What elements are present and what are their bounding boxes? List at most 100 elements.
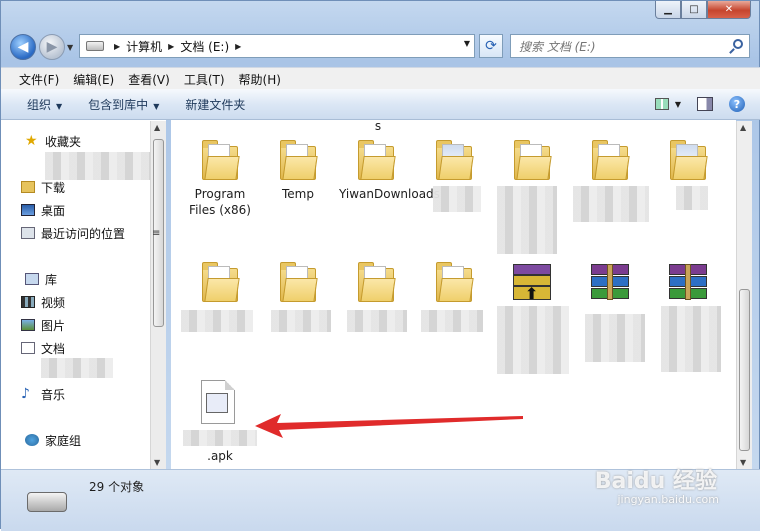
menu-view[interactable]: 查看(V) — [128, 71, 170, 88]
navigation-pane: ★ 收藏夹 下载 桌面 最近访问的位置 库 视频 图片 文档 ♪ 音乐 家庭组 — [1, 120, 166, 469]
apk-file-icon[interactable] — [201, 380, 235, 424]
download-folder-icon — [21, 181, 35, 193]
folder-icon — [280, 138, 318, 180]
folder-item[interactable] — [495, 138, 569, 186]
sidebar-videos-label: 视频 — [41, 295, 66, 310]
sidebar-item-homegroup[interactable]: 家庭组 — [25, 431, 82, 449]
folder-item[interactable] — [651, 138, 725, 186]
blurred-label — [661, 306, 721, 372]
folder-item[interactable] — [261, 260, 335, 308]
sidebar-item-desktop[interactable]: 桌面 — [21, 201, 65, 219]
search-box[interactable] — [510, 34, 750, 58]
folder-item[interactable] — [417, 138, 491, 186]
folder-yiwandownloads[interactable]: YiwanDownloads — [339, 138, 440, 202]
recent-places-icon — [21, 227, 35, 239]
scroll-up-icon[interactable]: ▲ — [154, 123, 160, 132]
sidebar-homegroup-label: 家庭组 — [45, 433, 82, 448]
drive-icon — [86, 41, 104, 51]
address-history-dropdown[interactable]: ▼ — [464, 39, 470, 48]
folder-item[interactable] — [339, 260, 413, 308]
folder-label: Temp — [282, 187, 314, 201]
blurred-item — [45, 152, 165, 180]
homegroup-icon — [25, 434, 39, 446]
chevron-right-icon[interactable]: ▶ — [168, 42, 174, 51]
blurred-label — [585, 314, 645, 362]
installer-item[interactable]: ⬆ — [495, 260, 569, 308]
sidebar-item-pictures[interactable]: 图片 — [21, 316, 66, 334]
view-options-icon[interactable] — [654, 98, 669, 110]
scroll-down-icon[interactable]: ▼ — [154, 458, 160, 467]
refresh-button[interactable]: ⟳ — [479, 34, 503, 58]
help-button[interactable]: ? — [729, 96, 745, 112]
breadcrumb-computer[interactable]: 计算机 — [126, 38, 162, 55]
sidebar-downloads-label: 下载 — [41, 180, 66, 195]
new-folder-button[interactable]: 新建文件夹 — [185, 96, 245, 113]
video-icon — [21, 296, 35, 308]
winrar-archive-icon — [591, 264, 629, 302]
chevron-right-icon[interactable]: ▶ — [114, 42, 120, 51]
folder-icon — [670, 138, 708, 180]
red-arrow-annotation — [255, 414, 523, 438]
address-bar[interactable]: ▶ 计算机 ▶ 文档 (E:) ▶ ▼ — [79, 34, 475, 58]
scroll-down-icon[interactable]: ▼ — [740, 458, 746, 467]
search-input[interactable] — [517, 36, 721, 58]
breadcrumb-drive-e[interactable]: 文档 (E:) — [180, 38, 229, 55]
folder-item[interactable] — [183, 260, 257, 308]
menu-tools[interactable]: 工具(T) — [184, 71, 225, 88]
scroll-up-icon[interactable]: ▲ — [740, 123, 746, 132]
apk-filename[interactable]: .apk — [183, 448, 257, 464]
sidebar-item-documents[interactable]: 文档 — [21, 339, 65, 357]
minimize-button[interactable]: ▁ — [655, 1, 681, 19]
folder-item[interactable] — [417, 260, 491, 308]
folder-program-files-x86[interactable]: Program Files (x86) — [183, 138, 257, 218]
blurred-label — [573, 186, 649, 222]
folder-item[interactable] — [573, 138, 647, 186]
folder-icon — [202, 138, 240, 180]
document-icon — [21, 342, 35, 354]
menu-file[interactable]: 文件(F) — [19, 71, 59, 88]
include-in-library-button[interactable]: 包含到库中 ▼ — [88, 96, 159, 113]
sidebar-scrollbar[interactable]: ▲ ▼ — [150, 121, 166, 469]
sidebar-item-downloads[interactable]: 下载 — [21, 178, 66, 196]
close-button[interactable]: ✕ — [707, 1, 751, 19]
sidebar-item-music[interactable]: ♪ 音乐 — [21, 385, 65, 403]
preview-pane-icon[interactable] — [697, 97, 713, 111]
chevron-right-icon[interactable]: ▶ — [235, 42, 241, 51]
drive-icon — [27, 492, 67, 512]
folder-icon — [358, 260, 396, 302]
back-button[interactable]: ◀ — [10, 34, 36, 60]
sidebar-pictures-label: 图片 — [41, 318, 66, 333]
watermark-url: jingyan.baidu.com — [617, 493, 719, 506]
chevron-down-icon[interactable]: ▼ — [675, 100, 681, 109]
menu-help[interactable]: 帮助(H) — [239, 71, 281, 88]
folder-icon — [436, 138, 474, 180]
folder-icon — [280, 260, 318, 302]
sidebar-item-favorites[interactable]: ★ 收藏夹 — [25, 132, 82, 150]
folder-label: Program Files (x86) — [189, 187, 251, 217]
star-icon: ★ — [25, 133, 38, 149]
app-window-icon — [206, 393, 228, 413]
maximize-button[interactable]: □ — [681, 1, 707, 19]
recent-pages-dropdown[interactable]: ▼ — [67, 43, 73, 52]
sidebar-item-libraries[interactable]: 库 — [25, 270, 57, 288]
installer-icon: ⬆ — [513, 264, 551, 302]
folder-icon — [514, 138, 552, 180]
chevron-down-icon: ▼ — [153, 101, 160, 111]
pane-splitter-grip[interactable]: ≡ — [152, 228, 160, 239]
search-icon[interactable] — [733, 39, 743, 49]
sidebar-favorites-label: 收藏夹 — [45, 134, 82, 149]
folder-temp[interactable]: Temp — [261, 138, 335, 202]
archive-item[interactable] — [573, 260, 647, 308]
archive-item[interactable] — [651, 260, 725, 308]
item-count: 29 个对象 — [89, 480, 145, 494]
organize-button[interactable]: 组织 ▼ — [27, 96, 62, 113]
folder-label: YiwanDownloads — [339, 187, 440, 201]
folder-icon — [592, 138, 630, 180]
content-scrollbar[interactable]: ▲ ▼ — [736, 121, 752, 469]
forward-button[interactable]: ▶ — [39, 34, 65, 60]
blurred-item — [41, 358, 113, 378]
menu-edit[interactable]: 编辑(E) — [73, 71, 114, 88]
sidebar-item-videos[interactable]: 视频 — [21, 293, 66, 311]
sidebar-item-recent[interactable]: 最近访问的位置 — [21, 224, 125, 242]
scrollbar-thumb[interactable] — [739, 289, 750, 451]
